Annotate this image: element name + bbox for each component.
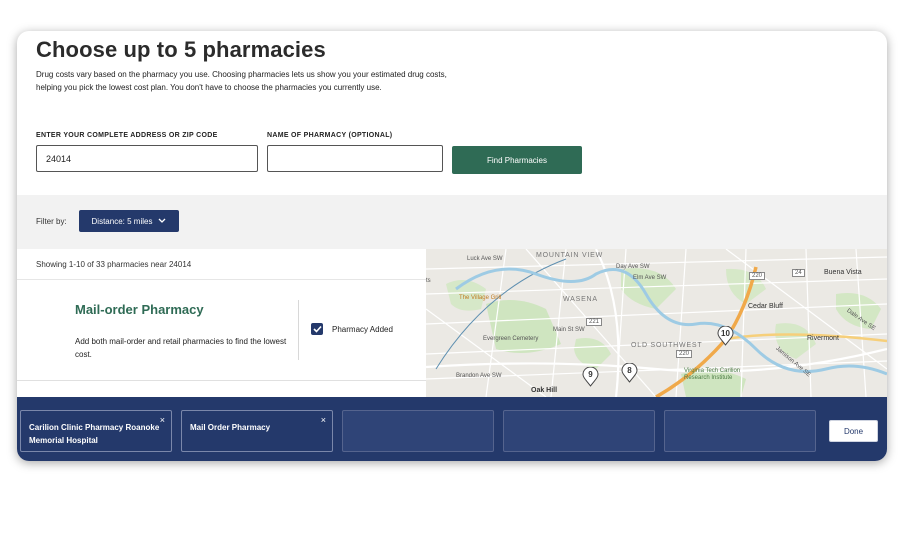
results-list: Showing 1-10 of 33 pharmacies near 24014…	[17, 249, 426, 397]
selected-pharmacy-name: Mail Order Pharmacy	[190, 423, 271, 432]
results-count: Showing 1-10 of 33 pharmacies near 24014	[36, 260, 192, 269]
page-title: Choose up to 5 pharmacies	[36, 37, 326, 62]
map-label: Oak Hill	[531, 387, 558, 394]
address-label: ENTER YOUR COMPLETE ADDRESS OR ZIP CODE	[36, 132, 218, 139]
done-button[interactable]: Done	[829, 420, 878, 442]
map-label: The Village Grill	[459, 295, 502, 301]
mail-order-description: Add both mail-order and retail pharmacie…	[75, 337, 287, 359]
chevron-down-icon	[158, 218, 166, 223]
map-label: Brandon Ave SW	[456, 373, 502, 379]
divider	[17, 279, 426, 280]
address-input[interactable]	[36, 145, 258, 172]
map-pin-icon[interactable]: 10	[717, 326, 734, 346]
empty-pharmacy-slot	[503, 410, 655, 452]
mail-order-title: Mail-order Pharmacy	[75, 302, 204, 317]
map-label: Day Ave SW	[616, 264, 650, 270]
route-shield: 220	[749, 272, 766, 280]
empty-pharmacy-slot	[342, 410, 494, 452]
close-icon[interactable]: ×	[160, 415, 165, 425]
pharmacy-name-input[interactable]	[267, 145, 443, 172]
map-pin-icon[interactable]: 8	[621, 363, 638, 383]
map-label: Rivermont	[807, 335, 839, 342]
map-label: Buena Vista	[824, 269, 862, 276]
distance-dropdown[interactable]: Distance: 5 miles	[79, 210, 179, 232]
map-label: Elm Ave SW	[633, 275, 667, 281]
filter-label: Filter by:	[36, 217, 67, 226]
route-shield: 24	[792, 269, 805, 277]
pharmacy-added-checkbox[interactable]	[311, 323, 323, 335]
check-icon	[312, 325, 322, 333]
selected-pharmacies-bar: Carilion Clinic Pharmacy Roanoke Memoria…	[17, 397, 887, 461]
map-pin-icon[interactable]: 9	[582, 367, 599, 387]
pin-number: 10	[721, 329, 730, 338]
map-label: MOUNTAIN VIEW	[536, 252, 604, 259]
divider	[17, 380, 426, 381]
map-label: Evergreen Cemetery	[483, 336, 539, 342]
map-label: OLD SOUTHWEST	[631, 342, 703, 349]
pin-number: 8	[627, 366, 632, 375]
distance-value: Distance: 5 miles	[91, 216, 153, 226]
pharmacy-added-label[interactable]: Pharmacy Added	[332, 325, 393, 334]
route-shield: 220	[676, 350, 693, 358]
map-label: Cedar Bluff	[748, 303, 783, 310]
selected-pharmacy-name: Carilion Clinic Pharmacy Roanoke Memoria…	[29, 423, 160, 445]
empty-pharmacy-slot	[664, 410, 816, 452]
pharmacy-map[interactable]: ts MOUNTAIN VIEW WASENA OLD SOUTHWEST Oa…	[426, 249, 887, 397]
map-label: WASENA	[563, 296, 598, 303]
close-icon[interactable]: ×	[321, 415, 326, 425]
route-shield: 221	[586, 318, 603, 326]
pin-number: 9	[588, 370, 593, 379]
pharmacy-name-label: NAME OF PHARMACY (OPTIONAL)	[267, 132, 393, 139]
map-label: Main St SW	[553, 327, 585, 333]
map-label: ts	[426, 278, 431, 284]
pharmacy-selector-card: Choose up to 5 pharmacies Drug costs var…	[17, 31, 887, 461]
page-description: Drug costs vary based on the pharmacy yo…	[36, 70, 447, 92]
divider	[298, 300, 299, 360]
find-pharmacies-button[interactable]: Find Pharmacies	[452, 146, 582, 174]
filter-bar: Filter by: Distance: 5 miles	[17, 195, 887, 249]
selected-pharmacy-slot: Carilion Clinic Pharmacy Roanoke Memoria…	[20, 410, 172, 452]
selected-pharmacy-slot: Mail Order Pharmacy ×	[181, 410, 333, 452]
map-label: Virginia Tech Carilion Research Institut…	[684, 368, 741, 381]
map-label: Luck Ave SW	[467, 256, 503, 262]
